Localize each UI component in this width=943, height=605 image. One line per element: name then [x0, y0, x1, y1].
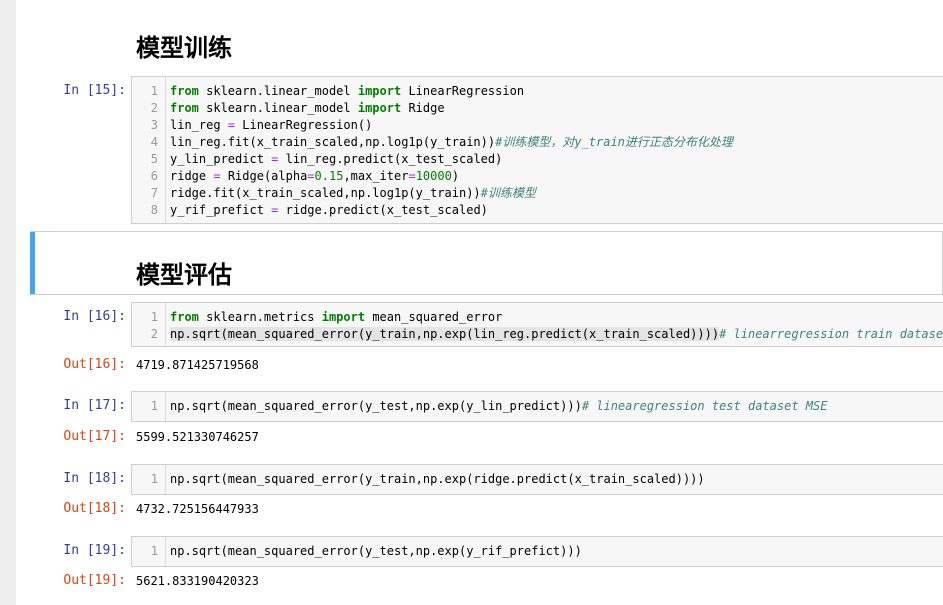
line-number: 1 — [150, 472, 158, 486]
input-prompt: In [19]: — [63, 543, 126, 558]
line-number: 6 — [150, 169, 158, 183]
line-number: 1 — [150, 544, 158, 558]
code-line: lin_reg.fit(x_train_scaled,np.log1p(y_tr… — [170, 135, 733, 149]
line-number: 1 — [150, 84, 158, 98]
line-number: 1 — [150, 399, 158, 413]
input-prompt: In [15]: — [63, 83, 126, 98]
code-line: from sklearn.metrics import mean_squared… — [170, 310, 503, 324]
code-line: np.sqrt(mean_squared_error(y_train,np.ex… — [170, 472, 705, 486]
line-number: 3 — [150, 118, 158, 132]
kw-import: import — [357, 84, 402, 98]
output-prompt: Out[19]: — [63, 573, 126, 588]
section-title-eval: 模型评估 — [136, 261, 232, 289]
markdown-cell-eval[interactable]: 模型评估 — [16, 231, 943, 295]
code-line: y_lin_predict = lin_reg.predict(x_test_s… — [170, 152, 503, 166]
line-number: 4 — [150, 135, 158, 149]
kw-from: from — [170, 84, 199, 98]
line-number: 8 — [150, 203, 158, 217]
code-line: lin_reg = LinearRegression() — [170, 118, 373, 132]
code-cell-15[interactable]: 1 from sklearn.linear_model import Linear… — [131, 76, 943, 224]
code-cell-16[interactable]: 1 from sklearn.metrics import mean_square… — [131, 302, 943, 347]
line-number: 7 — [150, 186, 158, 200]
notebook-container: 模型训练 In [15]: 1 from sklearn.linear_model… — [16, 0, 943, 605]
markdown-cell-training[interactable]: 模型训练 — [16, 20, 943, 70]
cell-output: 5599.521330746257 — [136, 430, 259, 444]
output-prompt: Out[17]: — [63, 429, 126, 444]
code-line: from sklearn.linear_model import Ridge — [170, 101, 445, 115]
cell-output: 5621.833190420323 — [136, 574, 259, 588]
cell-output: 4719.871425719568 — [136, 358, 259, 372]
code-cell-17[interactable]: 1 np.sqrt(mean_squared_error(y_test,np.ex… — [131, 391, 943, 422]
cell-output: 4732.725156447933 — [136, 502, 259, 516]
code-line: np.sqrt(mean_squared_error(y_train,np.ex… — [170, 327, 943, 341]
code-line: np.sqrt(mean_squared_error(y_test,np.exp… — [170, 399, 828, 413]
code-cell-18[interactable]: 1 np.sqrt(mean_squared_error(y_train,np.e… — [131, 464, 943, 495]
input-prompt: In [16]: — [63, 309, 126, 324]
code-line: np.sqrt(mean_squared_error(y_test,np.exp… — [170, 544, 582, 558]
output-prompt: Out[16]: — [63, 357, 126, 372]
code-cell-19[interactable]: 1 np.sqrt(mean_squared_error(y_test,np.ex… — [131, 536, 943, 567]
code-line: from sklearn.linear_model import LinearR… — [170, 84, 525, 98]
output-prompt: Out[18]: — [63, 501, 126, 516]
code-line: ridge = Ridge(alpha=0.15,max_iter=10000) — [170, 169, 460, 183]
input-prompt: In [18]: — [63, 471, 126, 486]
code-line: ridge.fit(x_train_scaled,np.log1p(y_trai… — [170, 186, 536, 200]
code-line: y_rif_prefict = ridge.predict(x_test_sca… — [170, 203, 488, 217]
line-number: 1 — [150, 310, 158, 324]
line-number: 5 — [150, 152, 158, 166]
line-number: 2 — [150, 101, 158, 115]
line-number: 2 — [150, 327, 158, 341]
input-prompt: In [17]: — [63, 398, 126, 413]
section-title-training: 模型训练 — [136, 34, 232, 62]
